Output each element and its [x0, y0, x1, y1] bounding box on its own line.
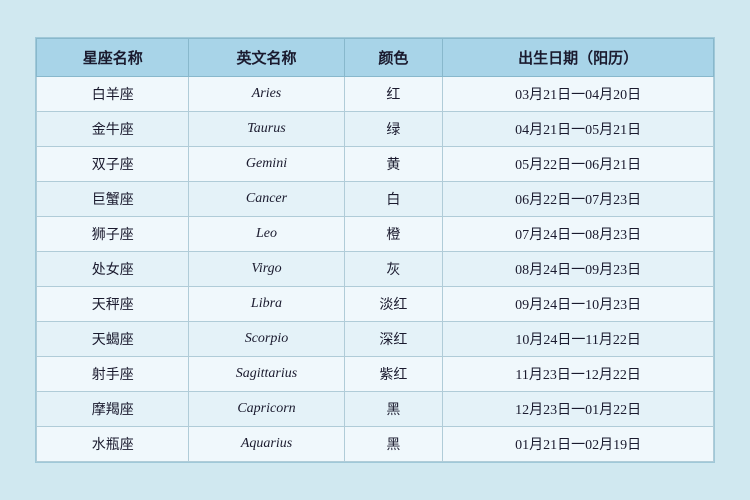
table-row: 狮子座Leo橙07月24日一08月23日: [37, 217, 714, 252]
table-row: 摩羯座Capricorn黑12月23日一01月22日: [37, 392, 714, 427]
cell-english-name: Leo: [189, 217, 344, 252]
cell-english-name: Sagittarius: [189, 357, 344, 392]
cell-english-name: Cancer: [189, 182, 344, 217]
table-row: 天蝎座Scorpio深红10月24日一11月22日: [37, 322, 714, 357]
table-row: 巨蟹座Cancer白06月22日一07月23日: [37, 182, 714, 217]
table-row: 水瓶座Aquarius黑01月21日一02月19日: [37, 427, 714, 462]
cell-color: 橙: [344, 217, 443, 252]
table-body: 白羊座Aries红03月21日一04月20日金牛座Taurus绿04月21日一0…: [37, 77, 714, 462]
cell-color: 淡红: [344, 287, 443, 322]
cell-chinese-name: 水瓶座: [37, 427, 189, 462]
cell-chinese-name: 天秤座: [37, 287, 189, 322]
cell-english-name: Capricorn: [189, 392, 344, 427]
header-chinese-name: 星座名称: [37, 39, 189, 77]
cell-dates: 04月21日一05月21日: [443, 112, 714, 147]
zodiac-table-container: 星座名称 英文名称 颜色 出生日期（阳历） 白羊座Aries红03月21日一04…: [35, 37, 715, 463]
cell-dates: 03月21日一04月20日: [443, 77, 714, 112]
table-row: 处女座Virgo灰08月24日一09月23日: [37, 252, 714, 287]
cell-english-name: Libra: [189, 287, 344, 322]
cell-english-name: Aquarius: [189, 427, 344, 462]
cell-chinese-name: 天蝎座: [37, 322, 189, 357]
table-row: 双子座Gemini黄05月22日一06月21日: [37, 147, 714, 182]
cell-color: 黄: [344, 147, 443, 182]
cell-dates: 08月24日一09月23日: [443, 252, 714, 287]
cell-color: 红: [344, 77, 443, 112]
cell-chinese-name: 狮子座: [37, 217, 189, 252]
cell-chinese-name: 巨蟹座: [37, 182, 189, 217]
cell-chinese-name: 摩羯座: [37, 392, 189, 427]
header-english-name: 英文名称: [189, 39, 344, 77]
table-row: 天秤座Libra淡红09月24日一10月23日: [37, 287, 714, 322]
cell-chinese-name: 双子座: [37, 147, 189, 182]
cell-dates: 11月23日一12月22日: [443, 357, 714, 392]
cell-color: 灰: [344, 252, 443, 287]
table-row: 金牛座Taurus绿04月21日一05月21日: [37, 112, 714, 147]
cell-color: 紫红: [344, 357, 443, 392]
cell-chinese-name: 射手座: [37, 357, 189, 392]
cell-english-name: Taurus: [189, 112, 344, 147]
header-dates: 出生日期（阳历）: [443, 39, 714, 77]
cell-dates: 10月24日一11月22日: [443, 322, 714, 357]
cell-dates: 12月23日一01月22日: [443, 392, 714, 427]
cell-color: 绿: [344, 112, 443, 147]
zodiac-table: 星座名称 英文名称 颜色 出生日期（阳历） 白羊座Aries红03月21日一04…: [36, 38, 714, 462]
cell-color: 黑: [344, 392, 443, 427]
table-row: 白羊座Aries红03月21日一04月20日: [37, 77, 714, 112]
cell-dates: 01月21日一02月19日: [443, 427, 714, 462]
cell-dates: 05月22日一06月21日: [443, 147, 714, 182]
cell-color: 黑: [344, 427, 443, 462]
cell-dates: 06月22日一07月23日: [443, 182, 714, 217]
cell-chinese-name: 金牛座: [37, 112, 189, 147]
cell-english-name: Gemini: [189, 147, 344, 182]
cell-chinese-name: 处女座: [37, 252, 189, 287]
cell-dates: 07月24日一08月23日: [443, 217, 714, 252]
cell-color: 深红: [344, 322, 443, 357]
cell-english-name: Scorpio: [189, 322, 344, 357]
table-header-row: 星座名称 英文名称 颜色 出生日期（阳历）: [37, 39, 714, 77]
cell-color: 白: [344, 182, 443, 217]
cell-dates: 09月24日一10月23日: [443, 287, 714, 322]
table-row: 射手座Sagittarius紫红11月23日一12月22日: [37, 357, 714, 392]
cell-english-name: Virgo: [189, 252, 344, 287]
header-color: 颜色: [344, 39, 443, 77]
cell-chinese-name: 白羊座: [37, 77, 189, 112]
cell-english-name: Aries: [189, 77, 344, 112]
